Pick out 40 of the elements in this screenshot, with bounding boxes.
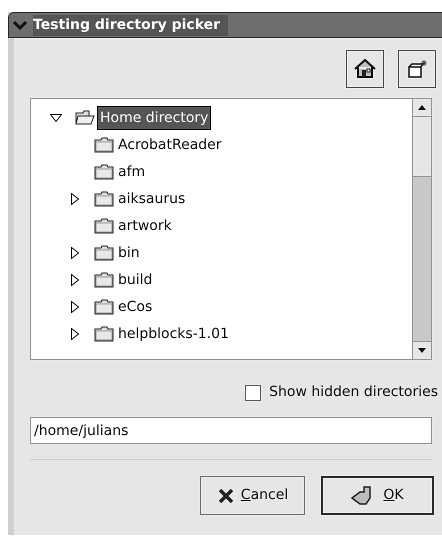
tree-item[interactable]: eCos	[116, 296, 154, 318]
folder-icon	[94, 190, 114, 206]
folder-icon	[94, 136, 114, 152]
path-field[interactable]: /home/julians	[30, 417, 432, 444]
up-arrow-icon	[418, 105, 426, 110]
scrollbar[interactable]	[412, 99, 431, 359]
down-arrow-icon	[418, 348, 426, 353]
home-button[interactable]	[346, 50, 384, 88]
checkbox[interactable]	[245, 384, 262, 400]
folder-icon	[94, 326, 114, 342]
open-folder-icon	[75, 110, 95, 126]
expander-icon[interactable]	[71, 246, 79, 258]
house-icon	[353, 57, 377, 81]
cancel-button[interactable]: Cancel	[200, 476, 305, 515]
tree-item[interactable]: Home directory	[97, 106, 212, 130]
window-title: Testing directory picker	[33, 14, 228, 36]
ok-button[interactable]: OK	[321, 476, 434, 515]
checkbox-label: Show hidden directories	[269, 383, 438, 402]
folder-icon	[94, 298, 114, 314]
tree-item[interactable]: artwork	[116, 214, 174, 236]
folder-icon	[94, 272, 114, 288]
expander-icon[interactable]	[71, 328, 79, 340]
expander-icon[interactable]	[71, 192, 79, 204]
folder-icon	[94, 164, 114, 180]
scroll-thumb[interactable]	[413, 117, 431, 177]
menu-chevron-icon[interactable]	[13, 20, 27, 30]
expander-icon[interactable]	[71, 300, 79, 312]
folder-icon	[94, 244, 114, 260]
expander-icon[interactable]	[71, 274, 79, 286]
tree-item[interactable]: AcrobatReader	[116, 134, 224, 156]
folder-icon	[94, 218, 114, 234]
cross-icon	[216, 486, 235, 504]
tree-item[interactable]: build	[116, 268, 154, 290]
tree-item[interactable]: afm	[116, 160, 148, 182]
tree-item[interactable]: aiksaurus	[116, 188, 188, 210]
new-folder-button[interactable]	[398, 50, 436, 88]
tree-item[interactable]: helpblocks-1.01	[116, 322, 231, 344]
folder-sparkle-icon	[406, 58, 428, 80]
expander-open-icon[interactable]	[50, 114, 62, 122]
tree-item[interactable]: bin	[116, 242, 142, 264]
